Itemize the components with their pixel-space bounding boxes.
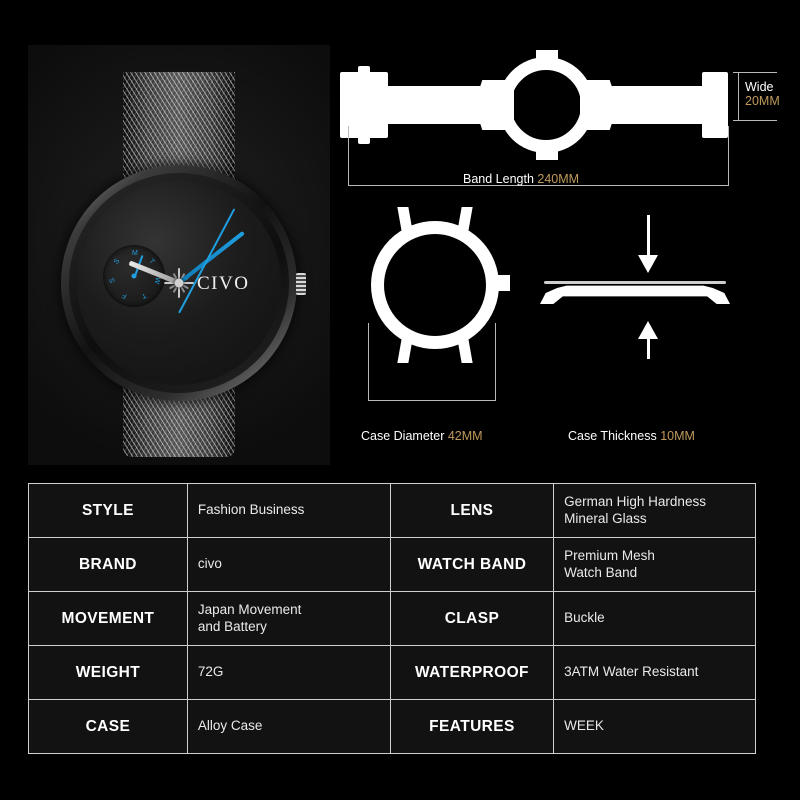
spec-key-right: CLASP — [389, 591, 555, 646]
case-dim-tick-right — [495, 323, 496, 401]
spec-row: CASE Alloy Case FEATURES WEEK — [28, 699, 756, 754]
lug-left-upper — [477, 80, 513, 94]
band-width-value: 20MM — [745, 94, 780, 109]
lug-bottom — [536, 148, 558, 160]
subdial-letter: F — [121, 291, 129, 300]
spec-key-left: BRAND — [28, 537, 188, 592]
case-thickness-value: 10MM — [660, 429, 695, 443]
case-thickness-diagram — [530, 215, 760, 359]
dial-tick — [178, 196, 230, 284]
band-width-leader-bottom — [733, 120, 777, 121]
hands-center-pin — [174, 278, 184, 288]
spec-row: WEIGHT 72G WATERPROOF 3ATM Water Resistant — [28, 645, 756, 700]
case-dim-line — [368, 400, 496, 401]
watch-product-photo: MTWTFSS CIVO — [28, 45, 330, 465]
specification-table: STYLE Fashion Business LENS German High Har… — [28, 483, 756, 754]
watch-dial: MTWTFSS CIVO — [77, 181, 281, 385]
spec-key-right: FEATURES — [389, 699, 555, 754]
dial-tick — [178, 183, 180, 283]
band-end-right — [702, 72, 728, 138]
band-width-leader-top — [733, 72, 777, 73]
clasp-tab-bottom — [358, 136, 370, 144]
band-length-diagram — [340, 50, 770, 190]
spec-value-left: Japan Movement and Battery — [186, 591, 391, 646]
spec-key-right: LENS — [389, 483, 555, 538]
subdial-letter: S — [108, 277, 117, 284]
case-outline-front-view — [371, 221, 499, 349]
case-diameter-value: 42MM — [447, 429, 483, 443]
thickness-arrow-top-stem — [647, 215, 650, 257]
spec-value-left: Fashion Business — [186, 483, 391, 538]
watch-crown — [296, 273, 306, 295]
spec-key-right: WATCH BAND — [389, 537, 555, 592]
subdial-letter: S — [112, 257, 122, 266]
case-diameter-diagram — [355, 195, 525, 425]
subdial-letter: M — [132, 250, 138, 257]
lug-right-upper — [579, 80, 615, 94]
case-outline-top-view — [498, 57, 594, 153]
band-dim-tick-right — [728, 126, 729, 186]
spec-value-left: Alloy Case — [186, 699, 391, 754]
spec-key-left: STYLE — [28, 483, 188, 538]
spec-value-right: German High Hardness Mineral Glass — [553, 483, 756, 538]
case-thickness-label: Case Thickness 10MM — [568, 429, 695, 443]
case-glass-edge — [544, 281, 726, 284]
dial-tick — [178, 283, 180, 383]
spec-value-right: Buckle — [553, 591, 756, 646]
band-width-tick — [738, 72, 739, 121]
case-thickness-text: Case Thickness — [568, 429, 657, 443]
case-crown-nub — [498, 275, 510, 291]
case-diameter-text: Case Diameter — [361, 429, 445, 443]
band-dim-tick-left — [348, 126, 349, 186]
spec-key-left: WEIGHT — [28, 645, 188, 700]
spec-value-right: 3ATM Water Resistant — [553, 645, 756, 700]
spec-row: MOVEMENT Japan Movement and Battery CLASP Bu… — [28, 591, 756, 646]
spec-key-left: MOVEMENT — [28, 591, 188, 646]
product-infographic: MTWTFSS CIVO Band Length 240MM Wide 20MM… — [0, 0, 800, 800]
spec-row: STYLE Fashion Business LENS German High Har… — [28, 483, 756, 538]
lug-top — [536, 50, 558, 62]
thickness-arrow-bottom-stem — [647, 337, 650, 359]
band-width-text: Wide — [745, 80, 774, 94]
spec-key-left: CASE — [28, 699, 188, 754]
band-width-label: Wide 20MM — [745, 80, 780, 109]
spec-value-left: 72G — [186, 645, 391, 700]
spec-key-right: WATERPROOF — [389, 645, 555, 700]
case-dim-tick-left — [368, 323, 369, 401]
band-length-value: 240MM — [537, 172, 580, 186]
subdial-letter: T — [140, 291, 148, 300]
spec-value-right: WEEK — [553, 699, 756, 754]
spec-value-left: civo — [186, 537, 391, 592]
subdial-pin — [131, 273, 137, 279]
spec-row: BRAND civo WATCH BAND Premium Mesh Watch Ban… — [28, 537, 756, 592]
band-length-text: Band Length — [463, 172, 534, 186]
clasp-tab-top — [358, 66, 370, 74]
spec-value-right: Premium Mesh Watch Band — [553, 537, 756, 592]
lug-left-lower — [477, 116, 513, 130]
lug-right-lower — [579, 116, 615, 130]
band-length-label: Band Length 240MM — [463, 172, 579, 186]
subdial-letter: T — [147, 257, 156, 266]
case-side-profile — [540, 285, 730, 304]
dial-brand-logo: CIVO — [197, 273, 250, 294]
case-diameter-label: Case Diameter 42MM — [361, 429, 483, 443]
thickness-arrow-top-head — [638, 255, 658, 273]
